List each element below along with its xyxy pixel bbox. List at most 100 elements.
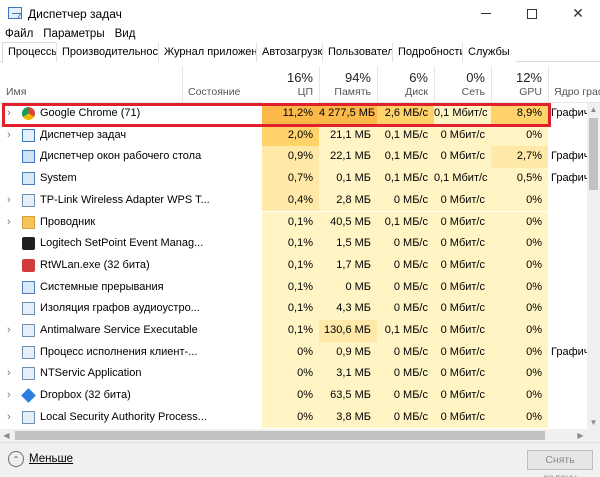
scroll-up-icon[interactable]: ▲ (587, 103, 600, 116)
end-task-button[interactable]: Снять задачу (527, 450, 593, 477)
process-gpu-engine (548, 277, 587, 299)
gpu-total: 12% (515, 70, 542, 85)
process-gpu: 0% (491, 298, 548, 320)
process-name: Проводник (40, 215, 96, 228)
expand-chevron-icon[interactable]: › (7, 103, 17, 125)
process-disk: 0 МБ/с (377, 363, 434, 386)
process-name: System (40, 172, 77, 185)
column-name-label: Имя (6, 86, 27, 98)
process-name-cell: Logitech SetPoint Event Manag... (0, 233, 262, 255)
expand-chevron-icon[interactable]: › (7, 212, 17, 234)
tab-details[interactable]: Подробности (392, 42, 472, 62)
process-gpu-engine (548, 298, 587, 320)
column-cpu-label: ЦП (297, 86, 313, 98)
process-row[interactable]: › Local Security Authority Process... 0% 3,… (0, 406, 587, 429)
fewer-details-label: Меньше (29, 453, 74, 465)
tab-services[interactable]: Службы (462, 42, 516, 62)
close-button[interactable]: ✕ (555, 0, 600, 27)
process-gpu-engine (548, 233, 587, 255)
process-memory: 63,5 МБ (319, 385, 377, 407)
process-memory: 4 277,5 МБ (319, 103, 377, 125)
column-network[interactable]: 0% Сеть (434, 62, 491, 103)
process-name: Диспетчер задач (40, 128, 127, 141)
process-row[interactable]: › Проводник 0,1% 40,5 МБ 0,1 МБ/с 0 Мбит/с 0% (0, 211, 587, 234)
process-memory: 22,1 МБ (319, 146, 377, 169)
process-memory: 21,1 МБ (319, 124, 377, 147)
hscroll-thumb[interactable] (15, 431, 545, 440)
process-name: Диспетчер окон рабочего стола (40, 150, 202, 163)
process-name-cell: › Диспетчер задач (0, 125, 262, 147)
task-manager-icon (22, 128, 35, 142)
process-network: 0 Мбит/с (434, 189, 491, 212)
column-name[interactable]: Имя (0, 62, 182, 103)
process-row[interactable]: RtWLan.exe (32 бита) 0,1% 1,7 МБ 0 МБ/с 0 Мб… (0, 254, 587, 277)
process-gpu: 0% (491, 233, 548, 255)
process-gpu: 0% (491, 276, 548, 299)
column-disk[interactable]: 6% Диск (377, 62, 434, 103)
window-icon (22, 150, 35, 164)
process-row[interactable]: Изоляция графов аудиоустро... 0,1% 4,3 МБ 0… (0, 298, 587, 320)
process-gpu: 0,5% (491, 168, 548, 190)
process-name-cell: Системные прерывания (0, 277, 262, 299)
process-gpu: 0% (491, 320, 548, 342)
column-cpu[interactable]: 16% ЦП (262, 62, 319, 103)
expand-chevron-icon[interactable]: › (7, 363, 17, 385)
process-network: 0 Мбит/с (434, 254, 491, 277)
process-row[interactable]: Процесс исполнения клиент-... 0% 0,9 МБ 0 М… (0, 341, 587, 364)
process-row[interactable]: › TP-Link Wireless Adapter WPS T... 0,4% 2,… (0, 189, 587, 212)
menu-file[interactable]: Файл (0, 27, 38, 43)
maximize-button[interactable] (509, 0, 555, 27)
process-cpu: 0,7% (262, 168, 319, 190)
expand-chevron-icon[interactable]: › (7, 385, 17, 407)
tab-performance[interactable]: Производительность (56, 42, 175, 62)
scroll-down-icon[interactable]: ▼ (587, 416, 600, 429)
column-gpu-engine[interactable]: Ядро графиче (548, 62, 600, 103)
process-name-cell: System (0, 168, 262, 190)
folder-icon (22, 215, 35, 229)
vertical-scrollbar[interactable]: ▲ ▼ (587, 103, 600, 429)
column-memory[interactable]: 94% Память (319, 62, 377, 103)
fewer-details-button[interactable]: ⌃ Меньше (8, 451, 73, 467)
process-row[interactable]: System 0,7% 0,1 МБ 0,1 МБ/с 0,1 Мбит/с 0,5% Гр… (0, 168, 587, 190)
scroll-right-icon[interactable]: ▶ (574, 429, 587, 442)
process-disk: 0 МБ/с (377, 341, 434, 364)
menu-options[interactable]: Параметры (38, 27, 109, 43)
column-disk-label: Диск (405, 86, 428, 98)
process-row[interactable]: Системные прерывания 0,1% 0 МБ 0 МБ/с 0 Мбит… (0, 276, 587, 299)
minimize-button[interactable] (463, 0, 509, 27)
menu-view[interactable]: Вид (110, 27, 141, 43)
process-row[interactable]: › Dropbox (32 бита) 0% 63,5 МБ 0 МБ/с 0 Мбит/… (0, 385, 587, 407)
process-gpu-engine (548, 190, 587, 212)
process-row[interactable]: Диспетчер окон рабочего стола 0,9% 22,1 МБ… (0, 146, 587, 169)
process-gpu: 0% (491, 254, 548, 277)
process-disk: 0,1 МБ/с (377, 168, 434, 190)
expand-chevron-icon[interactable]: › (7, 320, 17, 342)
horizontal-scrollbar[interactable]: ◀ ▶ (0, 429, 587, 442)
process-row[interactable]: Logitech SetPoint Event Manag... 0,1% 1,5 … (0, 233, 587, 255)
process-name: Local Security Authority Process... (40, 410, 207, 423)
title-bar: Диспетчер задач ✕ (0, 0, 600, 27)
process-name-cell: › Local Security Authority Process... (0, 407, 262, 429)
process-memory: 0,9 МБ (319, 341, 377, 364)
memory-total: 94% (344, 70, 371, 85)
expand-chevron-icon[interactable]: › (7, 407, 17, 429)
network-total: 0% (466, 70, 485, 85)
expand-chevron-icon[interactable]: › (7, 125, 17, 147)
process-memory: 2,8 МБ (319, 189, 377, 212)
process-name-cell: › Antimalware Service Executable (0, 320, 262, 342)
process-row[interactable]: › Google Chrome (71) 11,2% 4 277,5 МБ 2,6 МБ… (0, 103, 587, 125)
expand-chevron-icon[interactable]: › (7, 190, 17, 212)
process-row[interactable]: › NTServic Application 0% 3,1 МБ 0 МБ/с 0 Мби… (0, 363, 587, 386)
process-cpu: 0% (262, 406, 319, 429)
tab-bar: Процессы Производительность Журнал прило… (0, 42, 600, 63)
column-gpu[interactable]: 12% GPU (491, 62, 548, 103)
column-state[interactable]: Состояние (182, 62, 262, 103)
process-name: Процесс исполнения клиент-... (40, 345, 198, 358)
process-row[interactable]: › Antimalware Service Executable 0,1% 130,6… (0, 320, 587, 342)
scroll-thumb[interactable] (589, 118, 598, 190)
process-memory: 130,6 МБ (319, 320, 377, 342)
dropbox-icon (21, 388, 36, 403)
scroll-left-icon[interactable]: ◀ (0, 429, 13, 442)
process-gpu: 0% (491, 211, 548, 234)
process-row[interactable]: › Диспетчер задач 2,0% 21,1 МБ 0,1 МБ/с 0 Мби… (0, 124, 587, 147)
